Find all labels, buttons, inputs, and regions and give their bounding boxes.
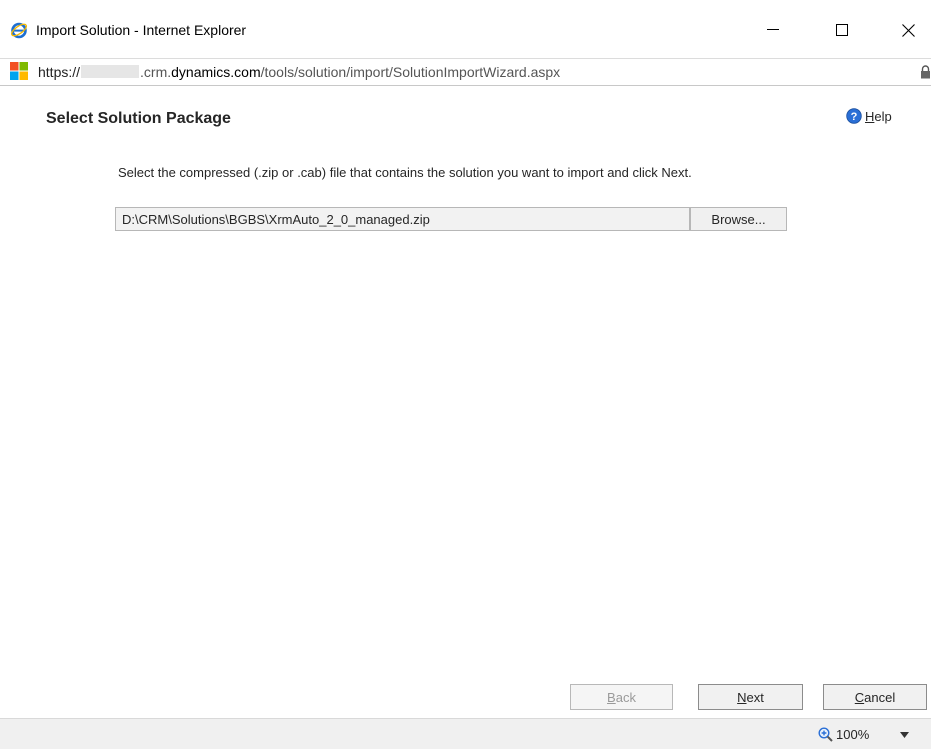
minimize-icon xyxy=(767,29,779,30)
minimize-button[interactable] xyxy=(750,8,796,52)
page-title: Select Solution Package xyxy=(46,110,231,127)
address-url[interactable]: https:// .crm.dynamics.com/tools/solution… xyxy=(38,64,560,80)
internet-explorer-icon xyxy=(11,22,27,39)
url-domain: dynamics.com xyxy=(171,64,261,80)
help-label-accel: H xyxy=(865,108,875,124)
url-domain-prefix: .crm. xyxy=(140,64,172,80)
svg-text:?: ? xyxy=(851,111,858,123)
address-bar[interactable]: https:// .crm.dynamics.com/tools/solution… xyxy=(0,58,931,86)
close-button[interactable] xyxy=(885,8,931,52)
solution-file-path-input[interactable] xyxy=(115,207,690,231)
maximize-icon xyxy=(836,24,848,36)
zoom-level: 100% xyxy=(836,727,870,742)
chevron-down-icon[interactable] xyxy=(900,732,909,738)
close-icon xyxy=(901,23,915,37)
help-icon: ? xyxy=(846,108,862,124)
wizard-content: Select Solution Package ? Help Select th… xyxy=(0,86,931,718)
next-label-rest: ext xyxy=(746,689,764,705)
help-link[interactable]: ? Help xyxy=(846,108,892,124)
next-accel: N xyxy=(737,689,747,705)
file-picker: Browse... xyxy=(115,207,787,231)
url-path: /tools/solution/import/SolutionImportWiz… xyxy=(260,64,561,80)
back-label-rest: ack xyxy=(615,689,636,705)
status-bar: 100% xyxy=(0,718,931,749)
help-label: Help xyxy=(865,109,892,124)
url-scheme: https:// xyxy=(38,64,81,80)
microsoft-logo-icon xyxy=(10,62,28,80)
lock-icon[interactable] xyxy=(920,65,931,79)
window-title: Import Solution - Internet Explorer xyxy=(36,22,247,38)
browse-button[interactable]: Browse... xyxy=(690,207,787,231)
url-redacted-subdomain xyxy=(81,65,140,78)
zoom-control[interactable]: 100% xyxy=(818,727,869,742)
cancel-accel: C xyxy=(854,689,865,705)
next-button[interactable]: Next xyxy=(698,684,803,710)
back-accel: B xyxy=(607,689,616,705)
cancel-button[interactable]: Cancel xyxy=(823,684,927,710)
back-button[interactable]: Back xyxy=(570,684,673,710)
cancel-label-rest: ancel xyxy=(864,689,896,705)
title-bar[interactable]: Import Solution - Internet Explorer xyxy=(0,0,931,58)
zoom-icon xyxy=(818,727,833,742)
help-label-rest: elp xyxy=(874,108,892,124)
instruction-text: Select the compressed (.zip or .cab) fil… xyxy=(118,165,692,180)
maximize-button[interactable] xyxy=(819,8,865,52)
